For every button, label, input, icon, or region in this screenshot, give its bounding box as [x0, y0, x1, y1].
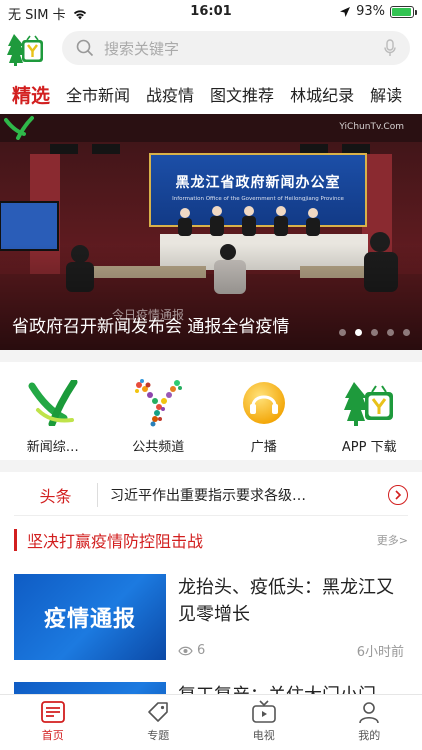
tab-epidemic[interactable]: 战疫情: [146, 82, 194, 106]
section-divider: [0, 460, 422, 472]
banner-sign: 黑龙江省政府新闻办公室 Information Office of the Go…: [150, 172, 366, 202]
tab-city-news[interactable]: 全市新闻: [66, 82, 130, 106]
home-news-icon: [40, 701, 65, 723]
status-right: 93%: [339, 4, 417, 19]
tv-icon: [251, 700, 276, 723]
topic-title: 坚决打赢疫情防控阻击战: [27, 532, 204, 551]
topic-header: 坚决打赢疫情防控阻击战 更多>: [14, 526, 408, 554]
news-meta: 6 6小时前: [178, 641, 404, 660]
view-count-value: 6: [197, 643, 206, 658]
tabbar-label: 首页: [41, 729, 64, 742]
thumbnail-text: 疫情通报: [43, 607, 136, 632]
banner-corner-logo-icon: [4, 116, 34, 140]
entry-app-download[interactable]: APP 下载: [317, 362, 422, 460]
app-logo-icon[interactable]: [6, 30, 44, 66]
banner-caption: 省政府召开新闻发布会 通报全省疫情: [12, 317, 290, 337]
carousel-dot[interactable]: [387, 329, 394, 336]
carousel-dot[interactable]: [339, 329, 346, 336]
tag-icon: [148, 702, 169, 722]
section-divider: [0, 350, 422, 362]
news-time: 6小时前: [356, 645, 404, 660]
tabbar-mine[interactable]: 我的: [317, 695, 422, 750]
tab-interpretation[interactable]: 解读: [370, 82, 402, 106]
headline-ticker[interactable]: 头条 习近平作出重要指示要求各级…: [14, 474, 408, 516]
public-channel-logo-icon: [131, 376, 185, 430]
carousel-dots: [339, 329, 410, 336]
tab-featured[interactable]: 精选: [12, 81, 50, 108]
tabbar-label: 电视: [252, 729, 275, 742]
tabbar-tv[interactable]: 电视: [211, 695, 317, 750]
news-channel-logo-icon: [26, 376, 80, 430]
status-bar: 无 SIM 卡 16:01 93%: [0, 0, 422, 24]
eye-icon: [178, 646, 193, 655]
app-header: 搜索关键字: [0, 28, 422, 68]
banner-carousel[interactable]: 黑龙江省政府新闻办公室 Information Office of the Go…: [0, 114, 422, 350]
view-count: 6: [178, 641, 205, 660]
tabbar-label: 专题: [147, 729, 170, 742]
tab-photo-picks[interactable]: 图文推荐: [210, 82, 274, 106]
entry-public-channel[interactable]: 公共频道: [106, 362, 212, 460]
entry-news-channel[interactable]: 新闻综…: [0, 362, 106, 460]
entry-radio[interactable]: 广播: [211, 362, 317, 460]
news-item[interactable]: 疫情通报 龙抬头、疫低头：黑龙江又见零增长 6 6小时前: [14, 574, 408, 664]
entry-label: 广播: [250, 440, 277, 455]
radio-headphones-icon: [237, 376, 291, 430]
search-bar[interactable]: 搜索关键字: [62, 31, 410, 65]
battery-percent: 93%: [356, 4, 385, 19]
microphone-icon[interactable]: [384, 39, 396, 57]
search-icon: [76, 39, 94, 57]
topic-accent-bar: [14, 529, 17, 551]
entry-label: APP 下载: [341, 440, 397, 455]
quick-entries: 新闻综… 公共频道 广播 APP 下载: [0, 362, 422, 460]
battery-icon: [390, 5, 417, 18]
headline-text[interactable]: 习近平作出重要指示要求各级…: [110, 485, 382, 505]
carousel-dot[interactable]: [403, 329, 410, 336]
headline-tag: 头条: [14, 482, 98, 507]
banner-sign-title: 黑龙江省政府新闻办公室: [175, 175, 341, 191]
chevron-right-icon[interactable]: [388, 484, 408, 505]
entry-label: 公共频道: [132, 440, 185, 455]
news-title: 龙抬头、疫低头：黑龙江又见零增长: [178, 577, 394, 625]
bottom-tab-bar: 首页 专题 电视 我的: [0, 694, 422, 750]
carousel-dot-active[interactable]: [355, 329, 362, 336]
banner-sign-subtitle: Information Office of the Government of …: [172, 196, 344, 202]
more-link[interactable]: 更多>: [377, 532, 408, 548]
entry-label: 新闻综…: [26, 440, 79, 455]
news-thumbnail: 疫情通报: [14, 574, 166, 660]
tabbar-home[interactable]: 首页: [0, 695, 106, 750]
tab-lincheng-records[interactable]: 林城纪录: [290, 82, 354, 106]
battery-fill: [392, 7, 411, 16]
channel-tabs: 精选 全市新闻 战疫情 图文推荐 林城纪录 解读: [0, 76, 422, 112]
carousel-dot[interactable]: [371, 329, 378, 336]
location-arrow-icon: [340, 6, 351, 17]
app-download-tv-icon: [342, 376, 396, 430]
search-input[interactable]: 搜索关键字: [104, 38, 384, 59]
banner-site-mark: YiChunTv.Com: [339, 122, 404, 132]
tabbar-label: 我的: [358, 729, 381, 742]
user-icon: [359, 702, 380, 724]
tabbar-topics[interactable]: 专题: [106, 695, 212, 750]
